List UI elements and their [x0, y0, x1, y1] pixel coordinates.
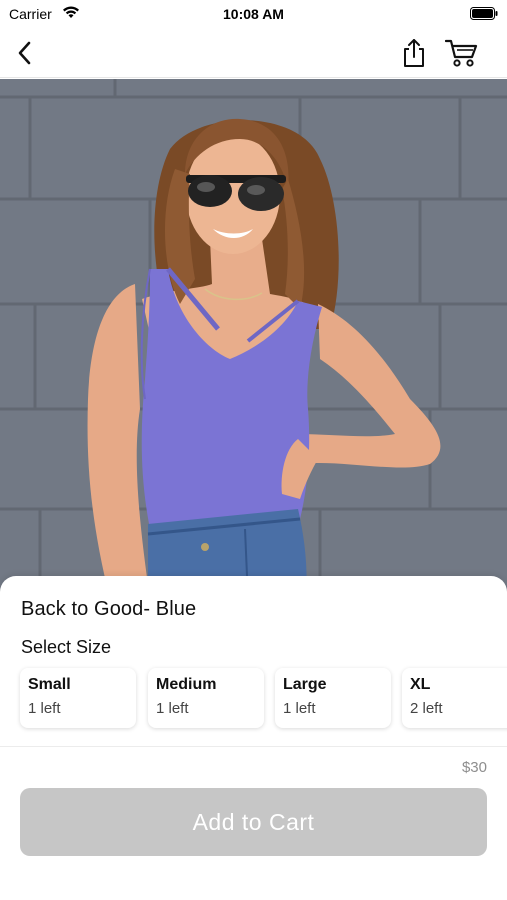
back-button[interactable] — [8, 36, 42, 70]
share-icon — [404, 39, 424, 67]
battery-icon — [470, 7, 498, 20]
product-sheet: Back to Good- Blue Select Size Small 1 l… — [0, 576, 507, 900]
cart-button[interactable] — [445, 36, 479, 70]
size-option-xl[interactable]: XL 2 left — [402, 668, 507, 728]
size-name: Large — [283, 676, 327, 693]
size-stock: 1 left — [28, 700, 61, 717]
chevron-left-icon — [18, 41, 31, 65]
share-button[interactable] — [397, 36, 431, 70]
size-name: XL — [410, 676, 431, 693]
product-title: Back to Good- Blue — [21, 598, 197, 620]
size-stock: 2 left — [410, 700, 443, 717]
add-to-cart-button[interactable]: Add to Cart — [20, 788, 487, 856]
nav-bar — [0, 28, 507, 78]
product-image — [0, 79, 507, 599]
cart-icon — [445, 39, 478, 67]
status-bar: Carrier 10:08 AM — [0, 0, 507, 28]
size-stock: 1 left — [283, 700, 316, 717]
size-name: Medium — [156, 676, 217, 693]
size-name: Small — [28, 676, 71, 693]
product-price: $30 — [461, 759, 487, 776]
divider — [0, 746, 507, 747]
select-size-label: Select Size — [21, 637, 112, 657]
status-time: 10:08 AM — [223, 6, 284, 22]
size-option-large[interactable]: Large 1 left — [275, 668, 391, 728]
size-stock: 1 left — [156, 700, 189, 717]
size-options: Small 1 left Medium 1 left Large 1 left … — [0, 664, 507, 736]
size-option-small[interactable]: Small 1 left — [20, 668, 136, 728]
size-option-medium[interactable]: Medium 1 left — [148, 668, 264, 728]
